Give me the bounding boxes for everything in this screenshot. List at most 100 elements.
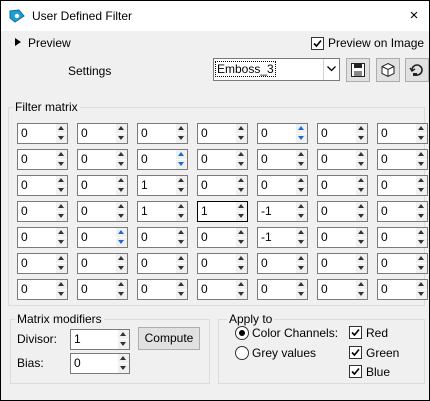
increment-icon[interactable] (236, 202, 247, 211)
decrement-icon[interactable] (356, 160, 367, 169)
matrix-cell-r6-c3[interactable]: 0 (137, 253, 188, 274)
increment-icon[interactable] (416, 254, 427, 263)
decrement-icon[interactable] (296, 134, 307, 143)
matrix-cell-r3-c3[interactable]: 1 (137, 175, 188, 196)
increment-icon[interactable] (296, 280, 307, 289)
increment-icon[interactable] (356, 150, 367, 159)
matrix-cell-r3-c7[interactable]: 0 (377, 175, 428, 196)
decrement-icon[interactable] (236, 160, 247, 169)
matrix-cell-r3-c6[interactable]: 0 (317, 175, 368, 196)
increment-icon[interactable] (176, 280, 187, 289)
matrix-cell-r3-c5[interactable]: 0 (257, 175, 308, 196)
increment-icon[interactable] (356, 228, 367, 237)
decrement-icon[interactable] (116, 186, 127, 195)
matrix-cell-r1-c7[interactable]: 0 (377, 123, 428, 144)
increment-icon[interactable] (356, 254, 367, 263)
increment-icon[interactable] (236, 176, 247, 185)
matrix-cell-r2-c1[interactable]: 0 (17, 149, 68, 170)
decrement-icon[interactable] (116, 264, 127, 273)
matrix-cell-r7-c5[interactable]: 0 (257, 279, 308, 300)
increment-icon[interactable] (56, 176, 67, 185)
matrix-cell-r7-c6[interactable]: 0 (317, 279, 368, 300)
matrix-cell-r2-c6[interactable]: 0 (317, 149, 368, 170)
matrix-cell-r5-c3[interactable]: 0 (137, 227, 188, 248)
decrement-icon[interactable] (356, 290, 367, 299)
increment-icon[interactable] (236, 228, 247, 237)
matrix-cell-r6-c4[interactable]: 0 (197, 253, 248, 274)
increment-icon[interactable] (56, 202, 67, 211)
increment-icon[interactable] (56, 228, 67, 237)
increment-icon[interactable] (176, 202, 187, 211)
increment-icon[interactable] (296, 228, 307, 237)
matrix-cell-r4-c6[interactable]: 0 (317, 201, 368, 222)
matrix-cell-r5-c7[interactable]: 0 (377, 227, 428, 248)
increment-icon[interactable] (236, 124, 247, 133)
decrement-icon[interactable] (236, 264, 247, 273)
increment-icon[interactable] (416, 202, 427, 211)
decrement-icon[interactable] (296, 160, 307, 169)
decrement-icon[interactable] (56, 134, 67, 143)
decrement-icon[interactable] (296, 238, 307, 247)
matrix-cell-r7-c3[interactable]: 0 (137, 279, 188, 300)
decrement-icon[interactable] (236, 186, 247, 195)
decrement-icon[interactable] (296, 186, 307, 195)
increment-icon[interactable] (116, 280, 127, 289)
increment-icon[interactable] (416, 124, 427, 133)
decrement-icon[interactable] (416, 264, 427, 273)
increment-icon[interactable] (416, 228, 427, 237)
decrement-icon[interactable] (176, 290, 187, 299)
decrement-icon[interactable] (56, 238, 67, 247)
increment-icon[interactable] (236, 280, 247, 289)
increment-icon[interactable] (416, 176, 427, 185)
compute-button[interactable]: Compute (138, 327, 200, 350)
decrement-icon[interactable] (416, 290, 427, 299)
decrement-icon[interactable] (176, 212, 187, 221)
increment-icon[interactable] (118, 330, 129, 339)
increment-icon[interactable] (116, 254, 127, 263)
matrix-cell-r3-c2[interactable]: 0 (77, 175, 128, 196)
chevron-down-icon[interactable] (323, 59, 339, 80)
matrix-cell-r6-c1[interactable]: 0 (17, 253, 68, 274)
matrix-cell-r5-c2[interactable]: 0 (77, 227, 128, 248)
increment-icon[interactable] (116, 176, 127, 185)
matrix-cell-r6-c7[interactable]: 0 (377, 253, 428, 274)
increment-icon[interactable] (356, 202, 367, 211)
decrement-icon[interactable] (236, 134, 247, 143)
matrix-cell-r2-c5[interactable]: 0 (257, 149, 308, 170)
matrix-cell-r4-c3[interactable]: 1 (137, 201, 188, 222)
decrement-icon[interactable] (116, 212, 127, 221)
increment-icon[interactable] (296, 176, 307, 185)
decrement-icon[interactable] (56, 160, 67, 169)
increment-icon[interactable] (56, 150, 67, 159)
decrement-icon[interactable] (236, 212, 247, 221)
increment-icon[interactable] (296, 124, 307, 133)
decrement-icon[interactable] (416, 134, 427, 143)
matrix-cell-r4-c5[interactable]: -1 (257, 201, 308, 222)
increment-icon[interactable] (116, 124, 127, 133)
increment-icon[interactable] (356, 176, 367, 185)
matrix-cell-r7-c2[interactable]: 0 (77, 279, 128, 300)
decrement-icon[interactable] (176, 186, 187, 195)
load-preset-button[interactable] (376, 58, 400, 82)
decrement-icon[interactable] (56, 186, 67, 195)
preview-on-image-box[interactable] (311, 37, 324, 50)
decrement-icon[interactable] (356, 186, 367, 195)
decrement-icon[interactable] (416, 160, 427, 169)
bias-stepper[interactable]: 0 (70, 353, 130, 374)
matrix-cell-r1-c2[interactable]: 0 (77, 123, 128, 144)
save-preset-button[interactable] (346, 58, 370, 82)
matrix-cell-r2-c3[interactable]: 0 (137, 149, 188, 170)
increment-icon[interactable] (176, 150, 187, 159)
decrement-icon[interactable] (416, 238, 427, 247)
matrix-cell-r4-c4[interactable]: 1 (197, 201, 248, 222)
matrix-cell-r1-c6[interactable]: 0 (317, 123, 368, 144)
color-channels-radio[interactable] (235, 326, 249, 340)
decrement-icon[interactable] (236, 290, 247, 299)
matrix-cell-r5-c4[interactable]: 0 (197, 227, 248, 248)
decrement-icon[interactable] (56, 212, 67, 221)
matrix-cell-r2-c2[interactable]: 0 (77, 149, 128, 170)
decrement-icon[interactable] (176, 238, 187, 247)
decrement-icon[interactable] (176, 264, 187, 273)
settings-preset-dropdown[interactable]: Emboss_3 (213, 58, 340, 81)
matrix-cell-r2-c4[interactable]: 0 (197, 149, 248, 170)
